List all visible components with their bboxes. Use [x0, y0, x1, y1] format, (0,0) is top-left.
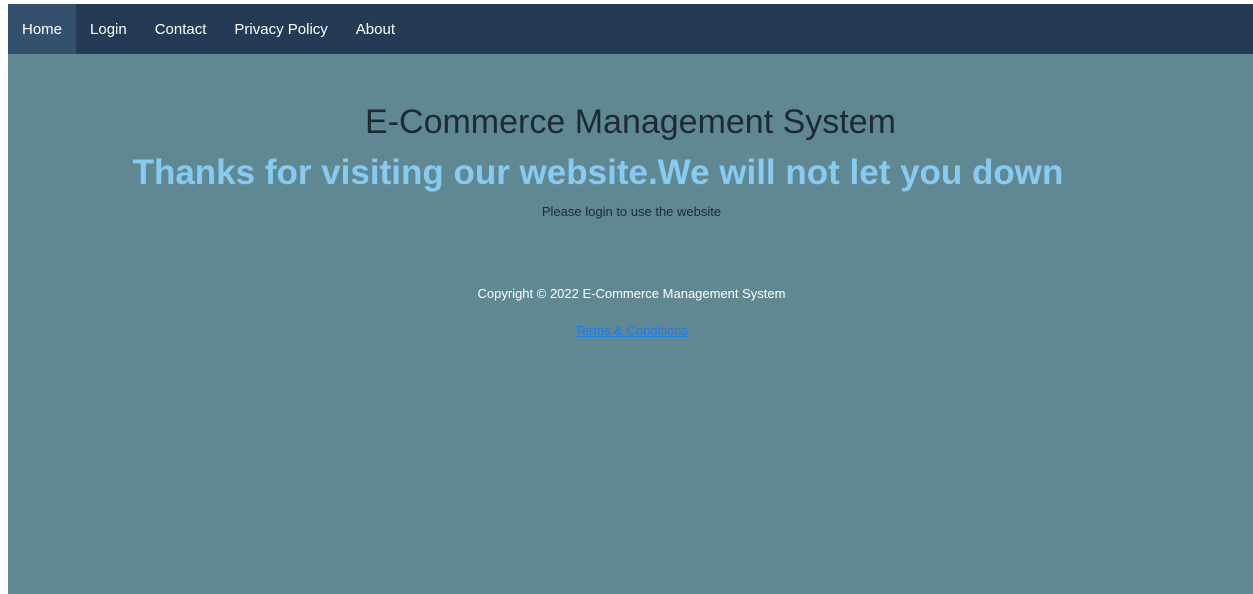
login-instruction: Please login to use the website [541, 204, 722, 219]
copyright-text: Copyright © 2022 E-Commerce Management S… [477, 286, 786, 301]
nav-home[interactable]: Home [8, 4, 77, 54]
welcome-message: Thanks for visiting our website.We will … [132, 153, 1064, 192]
page-frame: Home Login Contact Privacy Policy About … [8, 4, 1253, 594]
top-navbar: Home Login Contact Privacy Policy About [8, 4, 1253, 54]
nav-login[interactable]: Login [76, 4, 141, 54]
terms-link[interactable]: Terms & Conditions [575, 323, 688, 338]
terms-container: Terms & Conditions [8, 322, 1253, 340]
nav-privacy-policy[interactable]: Privacy Policy [220, 4, 341, 54]
nav-about[interactable]: About [342, 4, 409, 54]
page-title: E-Commerce Management System [365, 103, 896, 141]
nav-contact[interactable]: Contact [141, 4, 221, 54]
